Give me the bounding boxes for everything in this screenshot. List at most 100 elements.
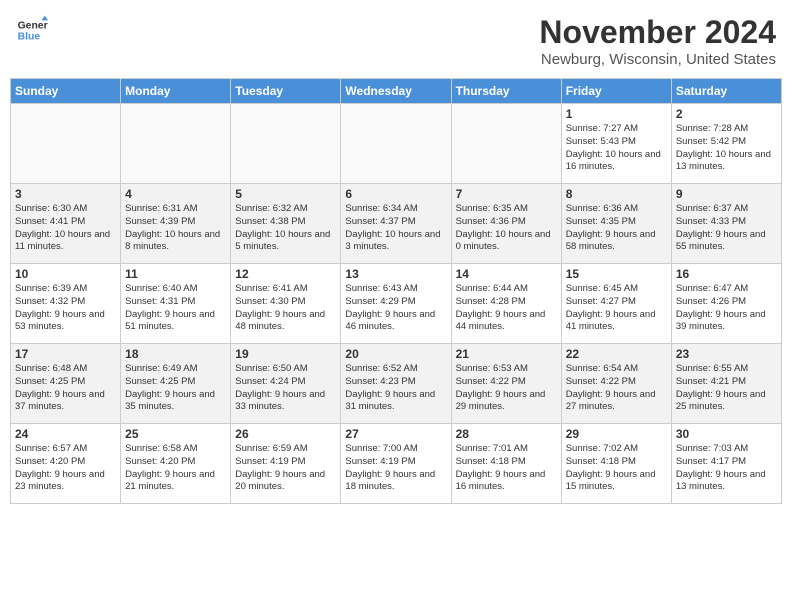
calendar-header-sunday: Sunday <box>11 79 121 104</box>
month-title: November 2024 <box>539 14 776 51</box>
calendar-cell: 28Sunrise: 7:01 AM Sunset: 4:18 PM Dayli… <box>451 424 561 504</box>
calendar-cell: 13 Sunrise: 6:43 AM Sunset: 4:29 PM Dayli… <box>341 264 451 344</box>
day-number: 8 <box>566 187 667 201</box>
day-info: Sunrise: 6:41 AM Sunset: 4:30 PM Dayligh… <box>235 283 336 334</box>
calendar-cell <box>231 104 341 184</box>
day-number: 11 <box>125 267 226 281</box>
calendar: SundayMondayTuesdayWednesdayThursdayFrid… <box>10 78 782 504</box>
calendar-cell: 1Sunrise: 7:27 AM Sunset: 5:43 PM Daylig… <box>561 104 671 184</box>
day-info: Sunrise: 6:37 AM Sunset: 4:33 PM Dayligh… <box>676 203 777 254</box>
day-number: 19 <box>235 347 336 361</box>
calendar-week-row: 24 Sunrise: 6:57 AM Sunset: 4:20 PM Dayli… <box>11 424 782 504</box>
calendar-header-friday: Friday <box>561 79 671 104</box>
calendar-cell: 12 Sunrise: 6:41 AM Sunset: 4:30 PM Dayli… <box>231 264 341 344</box>
calendar-cell: 7Sunrise: 6:35 AM Sunset: 4:36 PM Daylig… <box>451 184 561 264</box>
calendar-cell: 3Sunrise: 6:30 AM Sunset: 4:41 PM Daylig… <box>11 184 121 264</box>
day-info: Sunrise: 6:30 AM Sunset: 4:41 PM Dayligh… <box>15 203 116 254</box>
day-number: 25 <box>125 427 226 441</box>
calendar-cell <box>121 104 231 184</box>
day-info: Sunrise: 6:48 AM Sunset: 4:25 PM Dayligh… <box>15 363 116 414</box>
day-number: 26 <box>235 427 336 441</box>
calendar-cell: 9Sunrise: 6:37 AM Sunset: 4:33 PM Daylig… <box>671 184 781 264</box>
title-block: November 2024 Newburg, Wisconsin, United… <box>539 14 776 68</box>
day-number: 14 <box>456 267 557 281</box>
day-number: 12 <box>235 267 336 281</box>
day-number: 16 <box>676 267 777 281</box>
calendar-cell: 2 Sunrise: 7:28 AM Sunset: 5:42 PM Daylig… <box>671 104 781 184</box>
calendar-cell: 5 Sunrise: 6:32 AM Sunset: 4:38 PM Daylig… <box>231 184 341 264</box>
calendar-cell <box>341 104 451 184</box>
day-number: 22 <box>566 347 667 361</box>
day-info: Sunrise: 7:27 AM Sunset: 5:43 PM Dayligh… <box>566 123 667 174</box>
day-number: 2 <box>676 107 777 121</box>
calendar-cell: 6Sunrise: 6:34 AM Sunset: 4:37 PM Daylig… <box>341 184 451 264</box>
day-info: Sunrise: 6:52 AM Sunset: 4:23 PM Dayligh… <box>345 363 446 414</box>
day-info: Sunrise: 7:02 AM Sunset: 4:18 PM Dayligh… <box>566 443 667 494</box>
day-info: Sunrise: 6:39 AM Sunset: 4:32 PM Dayligh… <box>15 283 116 334</box>
calendar-cell <box>11 104 121 184</box>
day-info: Sunrise: 7:01 AM Sunset: 4:18 PM Dayligh… <box>456 443 557 494</box>
day-info: Sunrise: 6:58 AM Sunset: 4:20 PM Dayligh… <box>125 443 226 494</box>
day-info: Sunrise: 6:40 AM Sunset: 4:31 PM Dayligh… <box>125 283 226 334</box>
logo: General Blue <box>16 14 52 46</box>
calendar-cell: 16 Sunrise: 6:47 AM Sunset: 4:26 PM Dayli… <box>671 264 781 344</box>
day-number: 13 <box>345 267 446 281</box>
day-info: Sunrise: 6:49 AM Sunset: 4:25 PM Dayligh… <box>125 363 226 414</box>
calendar-header-saturday: Saturday <box>671 79 781 104</box>
day-info: Sunrise: 6:54 AM Sunset: 4:22 PM Dayligh… <box>566 363 667 414</box>
calendar-header-thursday: Thursday <box>451 79 561 104</box>
calendar-cell: 18 Sunrise: 6:49 AM Sunset: 4:25 PM Dayli… <box>121 344 231 424</box>
calendar-cell: 30 Sunrise: 7:03 AM Sunset: 4:17 PM Dayli… <box>671 424 781 504</box>
calendar-cell: 19 Sunrise: 6:50 AM Sunset: 4:24 PM Dayli… <box>231 344 341 424</box>
day-info: Sunrise: 6:59 AM Sunset: 4:19 PM Dayligh… <box>235 443 336 494</box>
calendar-week-row: 3Sunrise: 6:30 AM Sunset: 4:41 PM Daylig… <box>11 184 782 264</box>
day-info: Sunrise: 7:03 AM Sunset: 4:17 PM Dayligh… <box>676 443 777 494</box>
calendar-cell: 10Sunrise: 6:39 AM Sunset: 4:32 PM Dayli… <box>11 264 121 344</box>
calendar-header-monday: Monday <box>121 79 231 104</box>
day-info: Sunrise: 7:00 AM Sunset: 4:19 PM Dayligh… <box>345 443 446 494</box>
calendar-cell: 20 Sunrise: 6:52 AM Sunset: 4:23 PM Dayli… <box>341 344 451 424</box>
day-info: Sunrise: 6:35 AM Sunset: 4:36 PM Dayligh… <box>456 203 557 254</box>
day-number: 23 <box>676 347 777 361</box>
calendar-header-tuesday: Tuesday <box>231 79 341 104</box>
day-info: Sunrise: 6:36 AM Sunset: 4:35 PM Dayligh… <box>566 203 667 254</box>
day-number: 18 <box>125 347 226 361</box>
calendar-cell: 21Sunrise: 6:53 AM Sunset: 4:22 PM Dayli… <box>451 344 561 424</box>
day-number: 24 <box>15 427 116 441</box>
calendar-cell: 15Sunrise: 6:45 AM Sunset: 4:27 PM Dayli… <box>561 264 671 344</box>
calendar-cell <box>451 104 561 184</box>
day-info: Sunrise: 6:45 AM Sunset: 4:27 PM Dayligh… <box>566 283 667 334</box>
calendar-cell: 24 Sunrise: 6:57 AM Sunset: 4:20 PM Dayli… <box>11 424 121 504</box>
calendar-week-row: 1Sunrise: 7:27 AM Sunset: 5:43 PM Daylig… <box>11 104 782 184</box>
day-number: 21 <box>456 347 557 361</box>
day-number: 20 <box>345 347 446 361</box>
location: Newburg, Wisconsin, United States <box>539 51 776 68</box>
calendar-cell: 29 Sunrise: 7:02 AM Sunset: 4:18 PM Dayli… <box>561 424 671 504</box>
day-info: Sunrise: 6:31 AM Sunset: 4:39 PM Dayligh… <box>125 203 226 254</box>
calendar-cell: 27 Sunrise: 7:00 AM Sunset: 4:19 PM Dayli… <box>341 424 451 504</box>
day-info: Sunrise: 6:50 AM Sunset: 4:24 PM Dayligh… <box>235 363 336 414</box>
day-info: Sunrise: 6:44 AM Sunset: 4:28 PM Dayligh… <box>456 283 557 334</box>
calendar-cell: 23 Sunrise: 6:55 AM Sunset: 4:21 PM Dayli… <box>671 344 781 424</box>
calendar-cell: 14 Sunrise: 6:44 AM Sunset: 4:28 PM Dayli… <box>451 264 561 344</box>
svg-text:Blue: Blue <box>18 32 41 43</box>
day-number: 30 <box>676 427 777 441</box>
day-info: Sunrise: 6:47 AM Sunset: 4:26 PM Dayligh… <box>676 283 777 334</box>
day-info: Sunrise: 6:55 AM Sunset: 4:21 PM Dayligh… <box>676 363 777 414</box>
calendar-cell: 22 Sunrise: 6:54 AM Sunset: 4:22 PM Dayli… <box>561 344 671 424</box>
calendar-week-row: 10Sunrise: 6:39 AM Sunset: 4:32 PM Dayli… <box>11 264 782 344</box>
calendar-header-wednesday: Wednesday <box>341 79 451 104</box>
calendar-cell: 25 Sunrise: 6:58 AM Sunset: 4:20 PM Dayli… <box>121 424 231 504</box>
day-info: Sunrise: 7:28 AM Sunset: 5:42 PM Dayligh… <box>676 123 777 174</box>
day-info: Sunrise: 6:32 AM Sunset: 4:38 PM Dayligh… <box>235 203 336 254</box>
day-info: Sunrise: 6:43 AM Sunset: 4:29 PM Dayligh… <box>345 283 446 334</box>
day-number: 27 <box>345 427 446 441</box>
day-info: Sunrise: 6:57 AM Sunset: 4:20 PM Dayligh… <box>15 443 116 494</box>
calendar-cell: 4Sunrise: 6:31 AM Sunset: 4:39 PM Daylig… <box>121 184 231 264</box>
day-number: 5 <box>235 187 336 201</box>
day-number: 29 <box>566 427 667 441</box>
calendar-header-row: SundayMondayTuesdayWednesdayThursdayFrid… <box>11 79 782 104</box>
calendar-week-row: 17Sunrise: 6:48 AM Sunset: 4:25 PM Dayli… <box>11 344 782 424</box>
calendar-cell: 8 Sunrise: 6:36 AM Sunset: 4:35 PM Daylig… <box>561 184 671 264</box>
logo-icon: General Blue <box>16 14 48 46</box>
